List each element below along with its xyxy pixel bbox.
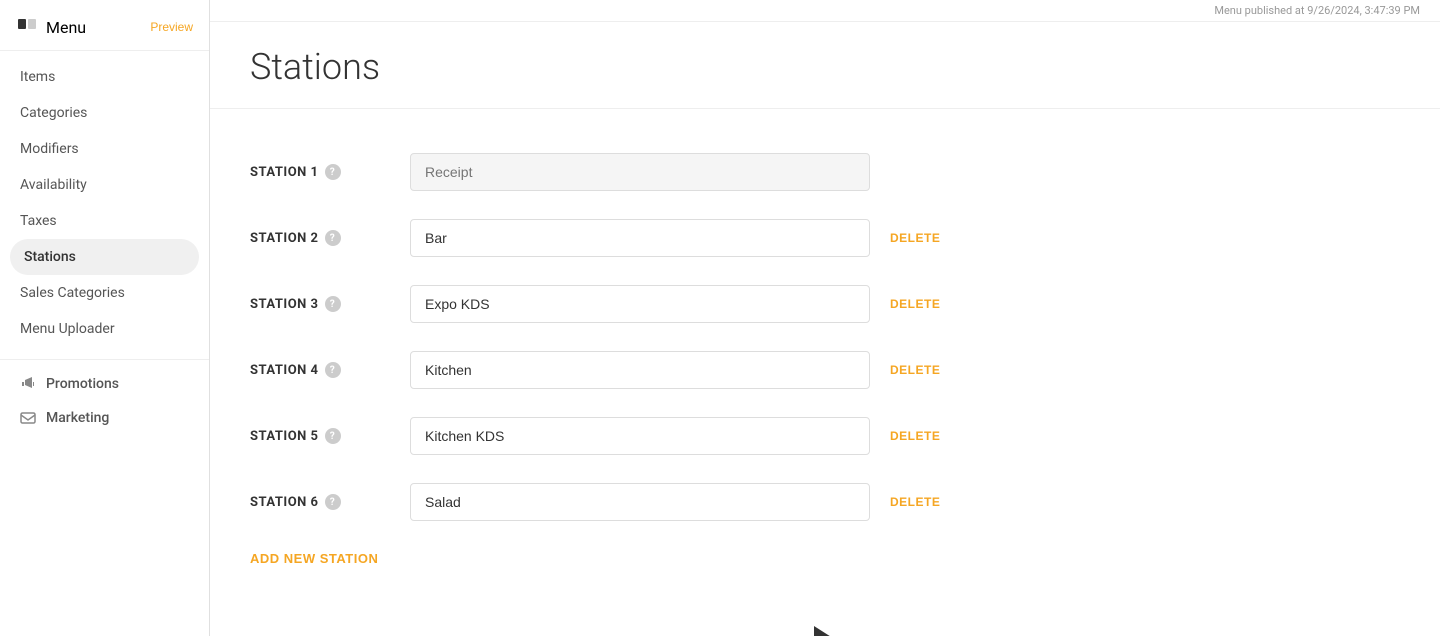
marketing-label: Marketing [46,410,109,426]
sidebar-item-label: Categories [20,105,87,121]
preview-button[interactable]: Preview [150,20,193,34]
station-row-5: STATION 5 ? DELETE [250,403,1400,469]
sidebar-marketing[interactable]: Marketing [0,398,209,432]
station-6-help-icon[interactable]: ? [325,494,341,510]
sidebar-item-label: Availability [20,177,87,193]
sidebar-item-label: Taxes [20,213,57,229]
station-4-input[interactable] [410,351,870,389]
station-6-delete-button[interactable]: DELETE [890,495,950,509]
sidebar-item-menu-uploader[interactable]: Menu Uploader [0,311,209,347]
published-text: Menu published at 9/26/2024, 3:47:39 PM [1214,4,1420,17]
menu-icon [16,16,38,38]
station-row-6: STATION 6 ? DELETE [250,469,1400,535]
station-5-help-icon[interactable]: ? [325,428,341,444]
station-row-2: STATION 2 ? DELETE [250,205,1400,271]
sidebar-item-label: Items [20,69,55,85]
station-4-label: STATION 4 ? [250,362,390,378]
station-5-input[interactable] [410,417,870,455]
sidebar-item-stations[interactable]: Stations [10,239,199,275]
station-2-input[interactable] [410,219,870,257]
station-2-delete-button[interactable]: DELETE [890,231,950,245]
station-row-3: STATION 3 ? DELETE [250,271,1400,337]
sidebar-item-items[interactable]: Items [0,59,209,95]
page-title: Stations [210,22,1440,109]
station-5-label: STATION 5 ? [250,428,390,444]
station-3-label: STATION 3 ? [250,296,390,312]
sidebar-item-availability[interactable]: Availability [0,167,209,203]
station-1-input[interactable] [410,153,870,191]
email-icon [20,410,36,426]
station-4-help-icon[interactable]: ? [325,362,341,378]
sidebar-item-modifiers[interactable]: Modifiers [0,131,209,167]
station-4-delete-button[interactable]: DELETE [890,363,950,377]
station-row-1: STATION 1 ? [250,139,1400,205]
sidebar-divider [0,359,209,360]
sidebar-item-taxes[interactable]: Taxes [0,203,209,239]
sidebar: Menu Preview Items Categories Modifiers … [0,0,210,636]
play-button[interactable] [814,626,836,636]
sidebar-item-label: Sales Categories [20,285,125,301]
published-status: Menu published at 9/26/2024, 3:47:39 PM [210,0,1440,22]
sidebar-promotions[interactable]: Promotions [0,364,209,398]
station-1-label: STATION 1 ? [250,164,390,180]
station-3-delete-button[interactable]: DELETE [890,297,950,311]
station-3-help-icon[interactable]: ? [325,296,341,312]
station-2-label: STATION 2 ? [250,230,390,246]
sidebar-item-label: Modifiers [20,141,79,157]
sidebar-logo-text: Menu [46,18,86,37]
sidebar-item-label: Menu Uploader [20,321,115,337]
station-5-delete-button[interactable]: DELETE [890,429,950,443]
sidebar-item-categories[interactable]: Categories [0,95,209,131]
promotions-label: Promotions [46,376,119,392]
station-3-input[interactable] [410,285,870,323]
sidebar-logo: Menu [16,16,86,38]
station-1-help-icon[interactable]: ? [325,164,341,180]
sidebar-header: Menu Preview [0,0,209,51]
stations-content: STATION 1 ? STATION 2 ? DELETE STATION 3… [210,109,1440,606]
station-6-label: STATION 6 ? [250,494,390,510]
sidebar-item-sales-categories[interactable]: Sales Categories [0,275,209,311]
station-2-help-icon[interactable]: ? [325,230,341,246]
play-button-area [210,606,1440,636]
add-station-button[interactable]: ADD NEW STATION [250,541,1400,576]
station-row-4: STATION 4 ? DELETE [250,337,1400,403]
sidebar-nav: Items Categories Modifiers Availability … [0,51,209,355]
main-content-area: Menu published at 9/26/2024, 3:47:39 PM … [210,0,1440,636]
megaphone-icon [20,376,36,392]
station-6-input[interactable] [410,483,870,521]
sidebar-item-label: Stations [24,249,76,265]
